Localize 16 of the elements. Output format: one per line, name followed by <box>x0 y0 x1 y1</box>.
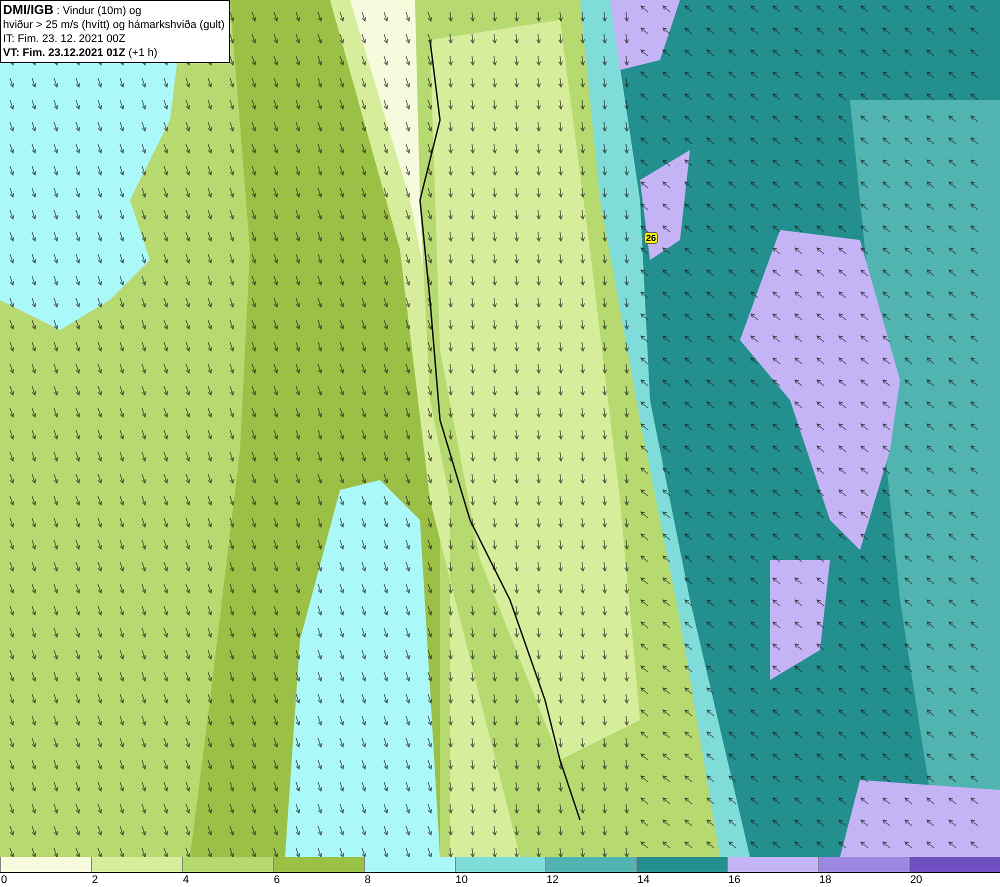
legend-label: 14 <box>636 872 728 887</box>
title-line: hviður > 25 m/s (hvítt) og hámarkshviða (gult) <box>3 18 225 32</box>
legend-label: 6 <box>272 872 364 887</box>
gust-marker: 26 <box>644 232 658 244</box>
legend-label: 12 <box>545 872 636 887</box>
legend-label: 4 <box>182 872 273 887</box>
title-line: DMI/IGB : Vindur (10m) og <box>3 3 142 18</box>
legend-label: 0 <box>0 872 91 887</box>
legend-label: 2 <box>90 872 182 887</box>
legend-label: 20 <box>909 872 1000 887</box>
legend-label: 16 <box>727 872 818 887</box>
title-line: IT: Fim. 23. 12. 2021 00Z <box>3 32 126 46</box>
legend-label: 18 <box>818 872 910 887</box>
legend-label: 8 <box>364 872 455 887</box>
title-line: VT: Fim. 23.12.2021 01Z (+1 h) <box>3 46 158 60</box>
legend-label: 10 <box>454 872 546 887</box>
